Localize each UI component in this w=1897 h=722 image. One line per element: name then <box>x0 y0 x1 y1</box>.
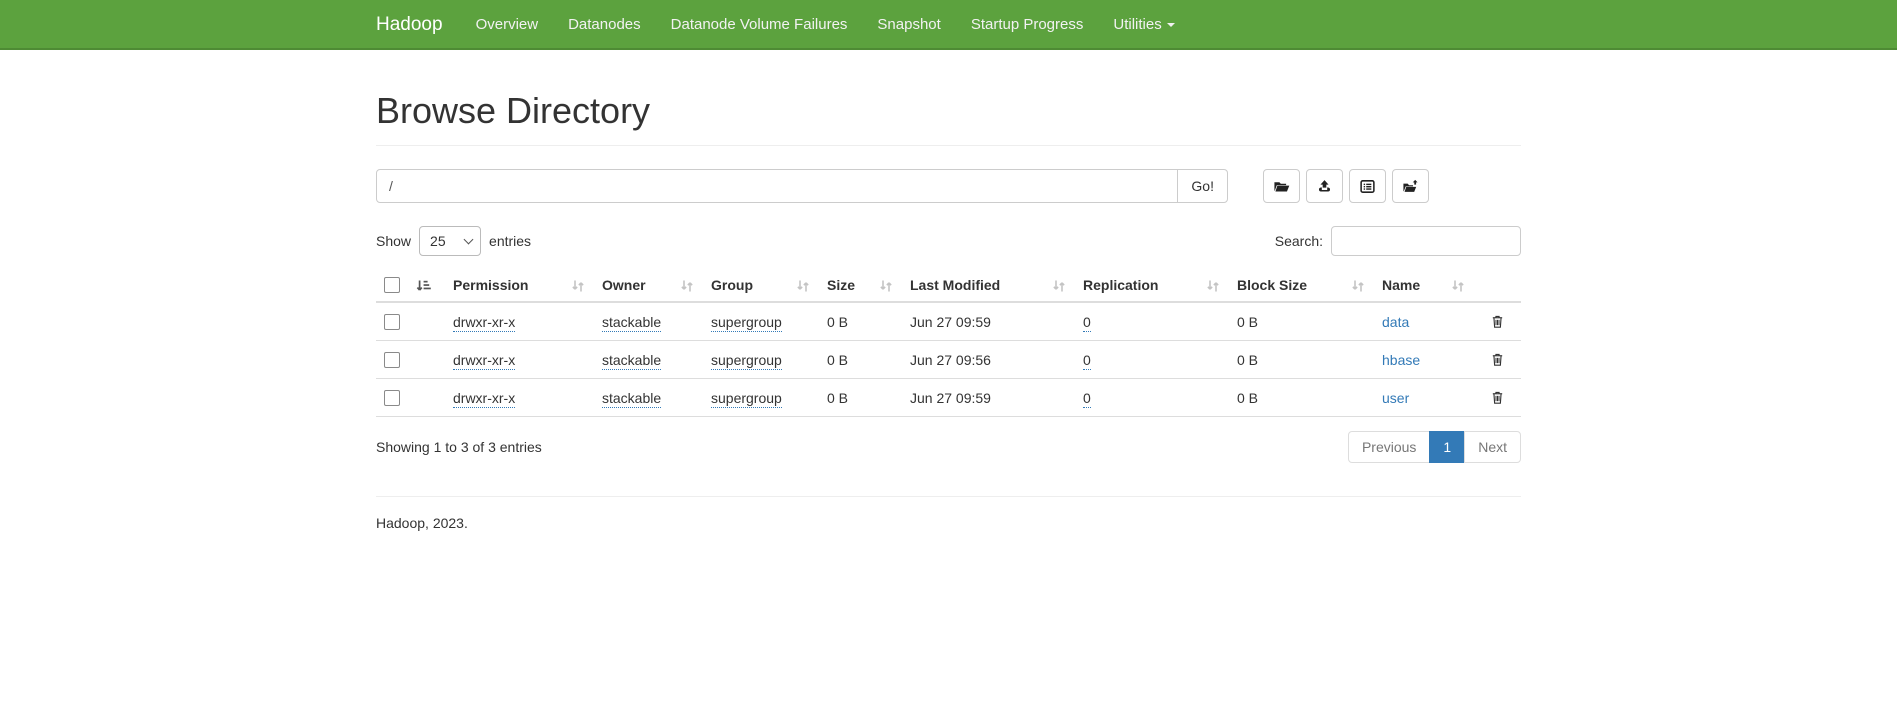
owner-cell[interactable]: stackable <box>602 352 661 370</box>
size-cell: 0 B <box>819 341 902 379</box>
brand-hadoop[interactable]: Hadoop <box>376 1 461 49</box>
permission-cell[interactable]: drwxr-xr-x <box>453 390 515 408</box>
table-controls: Show 25 entries Search: <box>376 226 1521 256</box>
owner-cell[interactable]: stackable <box>602 314 661 332</box>
replication-cell[interactable]: 0 <box>1083 314 1091 332</box>
divider <box>376 145 1521 146</box>
permission-cell[interactable]: drwxr-xr-x <box>453 352 515 370</box>
length-menu: Show 25 entries <box>376 226 531 256</box>
sort-icon <box>570 278 586 293</box>
search-input[interactable] <box>1331 226 1521 256</box>
table-info: Showing 1 to 3 of 3 entries <box>376 439 542 455</box>
header-permission[interactable]: Permission <box>445 269 594 302</box>
header-replication[interactable]: Replication <box>1075 269 1229 302</box>
search-label: Search: <box>1275 233 1323 249</box>
header-size[interactable]: Size <box>819 269 902 302</box>
sort-asc-icon <box>415 278 431 293</box>
header-owner[interactable]: Owner <box>594 269 703 302</box>
size-cell: 0 B <box>819 379 902 417</box>
sort-icon <box>1350 278 1366 293</box>
replication-cell[interactable]: 0 <box>1083 390 1091 408</box>
block-size-cell: 0 B <box>1229 379 1374 417</box>
entries-select[interactable]: 25 <box>419 226 481 256</box>
top-navbar: Hadoop Overview Datanodes Datanode Volum… <box>0 0 1897 50</box>
delete-button[interactable] <box>1490 351 1505 368</box>
pagination-page-1[interactable]: 1 <box>1429 431 1465 463</box>
nav-item-startup-progress[interactable]: Startup Progress <box>956 1 1099 49</box>
sort-icon <box>1205 278 1221 293</box>
utilities-label: Utilities <box>1113 16 1161 33</box>
list-alt-button[interactable] <box>1349 169 1386 203</box>
group-cell[interactable]: supergroup <box>711 314 782 332</box>
header-group[interactable]: Group <box>703 269 819 302</box>
table-row: drwxr-xr-x stackable supergroup 0 B Jun … <box>376 341 1521 379</box>
group-cell[interactable]: supergroup <box>711 352 782 370</box>
upload-icon <box>1316 178 1333 195</box>
permission-cell[interactable]: drwxr-xr-x <box>453 314 515 332</box>
header-select-all[interactable] <box>376 269 445 302</box>
sort-icon <box>878 278 894 293</box>
nav-item-datanode-volume-failures[interactable]: Datanode Volume Failures <box>656 1 863 49</box>
show-label: Show <box>376 233 411 249</box>
sort-icon <box>1051 278 1067 293</box>
caret-down-icon <box>1167 23 1175 27</box>
delete-button[interactable] <box>1490 389 1505 406</box>
folder-move-icon <box>1402 178 1419 195</box>
dir-link-user[interactable]: user <box>1382 390 1409 406</box>
nav-item-overview[interactable]: Overview <box>461 1 554 49</box>
search-box: Search: <box>1275 226 1521 256</box>
table-row: drwxr-xr-x stackable supergroup 0 B Jun … <box>376 379 1521 417</box>
list-alt-icon <box>1359 178 1376 195</box>
block-size-cell: 0 B <box>1229 302 1374 341</box>
delete-button[interactable] <box>1490 313 1505 330</box>
dir-link-data[interactable]: data <box>1382 314 1409 330</box>
last-modified-cell: Jun 27 09:56 <box>902 341 1075 379</box>
table-row: drwxr-xr-x stackable supergroup 0 B Jun … <box>376 302 1521 341</box>
size-cell: 0 B <box>819 302 902 341</box>
explorer-toolbar <box>1263 169 1429 203</box>
pagination-next[interactable]: Next <box>1464 431 1521 463</box>
row-checkbox[interactable] <box>384 314 400 330</box>
select-all-checkbox[interactable] <box>384 277 400 293</box>
last-modified-cell: Jun 27 09:59 <box>902 302 1075 341</box>
replication-cell[interactable]: 0 <box>1083 352 1091 370</box>
group-cell[interactable]: supergroup <box>711 390 782 408</box>
sort-icon <box>679 278 695 293</box>
sort-icon <box>795 278 811 293</box>
divider <box>376 496 1521 497</box>
nav-item-datanodes[interactable]: Datanodes <box>553 1 656 49</box>
header-actions <box>1474 269 1521 302</box>
row-checkbox[interactable] <box>384 390 400 406</box>
footer-text: Hadoop, 2023. <box>376 515 1521 531</box>
directory-table: Permission Owner Group Size Last Modifie… <box>376 269 1521 417</box>
page-title: Browse Directory <box>376 91 1521 131</box>
header-name[interactable]: Name <box>1374 269 1474 302</box>
folder-open-icon <box>1273 178 1290 195</box>
upload-files-button[interactable] <box>1306 169 1343 203</box>
table-header-row: Permission Owner Group Size Last Modifie… <box>376 269 1521 302</box>
path-bar: Go! <box>376 169 1521 203</box>
pagination-previous[interactable]: Previous <box>1348 431 1430 463</box>
entries-label: entries <box>489 233 531 249</box>
nav-item-utilities[interactable]: Utilities <box>1098 1 1189 49</box>
nav-links: Overview Datanodes Datanode Volume Failu… <box>461 1 1190 49</box>
nav-item-snapshot[interactable]: Snapshot <box>862 1 955 49</box>
block-size-cell: 0 B <box>1229 341 1374 379</box>
create-directory-button[interactable] <box>1263 169 1300 203</box>
owner-cell[interactable]: stackable <box>602 390 661 408</box>
sort-icon <box>1450 278 1466 293</box>
row-checkbox[interactable] <box>384 352 400 368</box>
pagination: Previous 1 Next <box>1349 431 1521 463</box>
trash-icon <box>1490 351 1505 368</box>
last-modified-cell: Jun 27 09:59 <box>902 379 1075 417</box>
directory-path-input[interactable] <box>376 169 1178 203</box>
trash-icon <box>1490 389 1505 406</box>
folder-move-button[interactable] <box>1392 169 1429 203</box>
header-block-size[interactable]: Block Size <box>1229 269 1374 302</box>
trash-icon <box>1490 313 1505 330</box>
dir-link-hbase[interactable]: hbase <box>1382 352 1420 368</box>
go-button[interactable]: Go! <box>1177 169 1228 203</box>
header-last-modified[interactable]: Last Modified <box>902 269 1075 302</box>
